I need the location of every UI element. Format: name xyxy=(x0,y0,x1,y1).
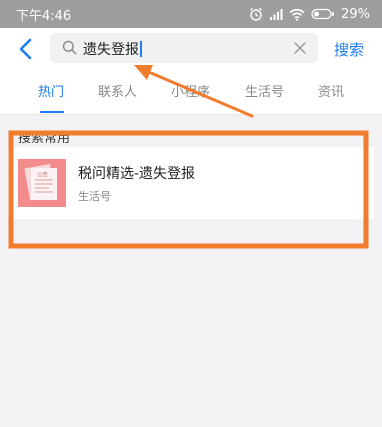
result-thumbnail: 公告 xyxy=(18,159,66,207)
wifi-icon xyxy=(289,8,305,21)
document-icon: 公告 xyxy=(24,163,57,201)
tab-popular[interactable]: 热门 xyxy=(38,81,64,100)
search-header: 遗失登报 搜索 xyxy=(0,28,382,70)
tab-news[interactable]: 资讯 xyxy=(318,81,344,100)
search-button[interactable]: 搜索 xyxy=(334,39,364,60)
search-input-value: 遗失登报 xyxy=(83,39,142,59)
result-title: 税问精选-遗失登报 xyxy=(78,166,196,182)
tab-life-accounts[interactable]: 生活号 xyxy=(245,81,284,100)
text-caret xyxy=(140,41,142,57)
section-title: 搜索常用 xyxy=(18,131,71,146)
active-tab-indicator xyxy=(40,111,64,113)
list-item[interactable]: 公告 税问精选-遗失登报 生活号 xyxy=(8,147,374,219)
tab-bar: 热门 联系人 小程序 生活号 资讯 xyxy=(0,70,382,115)
status-bar: 下午4:46 29% xyxy=(0,0,382,28)
tab-contacts[interactable]: 联系人 xyxy=(98,81,137,100)
clear-icon[interactable] xyxy=(293,41,307,55)
battery-icon xyxy=(311,8,335,20)
alarm-icon xyxy=(250,7,263,21)
search-icon xyxy=(62,40,77,55)
result-type: 生活号 xyxy=(78,190,111,203)
back-chevron-icon[interactable] xyxy=(16,37,36,61)
thumbnail-label: 公告 xyxy=(37,171,49,179)
search-input[interactable]: 遗失登报 xyxy=(50,33,318,63)
status-time: 下午4:46 xyxy=(16,9,72,24)
tab-mini-programs[interactable]: 小程序 xyxy=(171,81,210,100)
status-icons: 29% xyxy=(249,4,370,24)
signal-icon xyxy=(270,8,283,20)
battery-percent: 29% xyxy=(341,6,370,22)
